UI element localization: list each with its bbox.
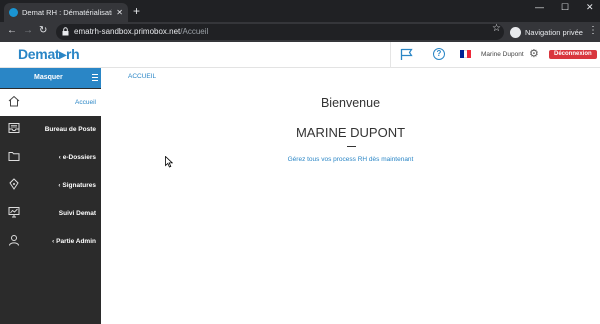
flag-icon[interactable] xyxy=(400,48,413,61)
user-fullname-heading: MARINE DUPONT xyxy=(295,125,406,140)
sidebar-item-bureau-de-poste[interactable]: Bureau de Poste xyxy=(0,116,101,144)
tab-close-icon[interactable]: ✕ xyxy=(116,8,123,17)
user-name[interactable]: Marine Dupont xyxy=(481,51,524,58)
minimize-button[interactable]: — xyxy=(535,2,544,12)
logo[interactable]: Demat▸rh xyxy=(18,46,80,63)
folder-icon xyxy=(8,152,20,161)
reload-button[interactable]: ↻ xyxy=(39,25,47,36)
tagline-text: Gérez tous vos process RH dès maintenant xyxy=(287,156,414,163)
incognito-label: Navigation privée xyxy=(525,27,583,37)
home-icon xyxy=(8,95,20,107)
forward-button[interactable]: → xyxy=(23,25,33,36)
sidebar-item-label: ‹ Signatures xyxy=(58,182,96,189)
sidebar: Masquer Accueil Bureau de Poste ‹ e-Dossi… xyxy=(0,68,101,324)
sidebar-item-text: Partie Admin xyxy=(56,238,96,245)
incognito-indicator[interactable]: Navigation privée xyxy=(510,23,583,41)
browser-menu-icon[interactable]: ⋮ xyxy=(588,25,598,36)
tab-title: Demat RH : Dématérialisation en l... xyxy=(22,8,112,17)
browser-tab[interactable]: Demat RH : Dématérialisation en l... ✕ xyxy=(4,3,128,22)
new-tab-button[interactable]: + xyxy=(133,5,140,17)
sidebar-item-label: Suivi Demat xyxy=(58,210,96,217)
browser-toolbar: ← → ↻ ematrh-sandbox.primobox.net/Accuei… xyxy=(0,22,600,42)
inbox-tray-icon xyxy=(8,123,20,133)
french-flag-icon[interactable] xyxy=(460,50,472,58)
pen-nib-icon xyxy=(9,178,19,190)
bookmark-star-icon[interactable]: ☆ xyxy=(492,23,501,34)
sidebar-item-partie-admin[interactable]: ‹ Partie Admin xyxy=(0,228,101,256)
mouse-cursor-icon xyxy=(165,156,173,168)
sidebar-item-e-dossiers[interactable]: ‹ e-Dossiers xyxy=(0,144,101,172)
sidebar-item-text: e-Dossiers xyxy=(62,154,96,161)
breadcrumb[interactable]: ACCUEIL xyxy=(128,73,156,80)
favicon-icon xyxy=(9,8,18,17)
window-close-button[interactable]: ✕ xyxy=(586,2,594,13)
gear-icon[interactable]: ⚙ xyxy=(529,47,539,60)
url-host: ematrh-sandbox.primobox.net xyxy=(74,27,181,36)
sidebar-item-label: Accueil xyxy=(75,99,96,106)
title-divider xyxy=(347,146,356,147)
sidebar-item-suivi-demat[interactable]: Suivi Demat xyxy=(0,200,101,228)
incognito-icon xyxy=(510,26,521,38)
hamburger-icon[interactable] xyxy=(92,74,98,81)
sidebar-item-label: ‹ Partie Admin xyxy=(52,238,96,245)
sidebar-item-accueil[interactable]: Accueil xyxy=(0,89,101,116)
help-icon[interactable]: ? xyxy=(433,48,445,60)
sidebar-item-signatures[interactable]: ‹ Signatures xyxy=(0,172,101,200)
sidebar-item-text: Signatures xyxy=(62,182,96,189)
url-text: ematrh-sandbox.primobox.net/Accueil xyxy=(74,27,208,36)
chevron-left-icon: ‹ xyxy=(58,183,61,189)
sidebar-toggle-label: Masquer xyxy=(34,74,63,81)
app-header: Demat▸rh ? Marine Dupont ⚙ Déconnexion xyxy=(0,42,600,68)
address-bar[interactable]: ematrh-sandbox.primobox.net/Accueil xyxy=(56,24,504,40)
header-divider xyxy=(390,42,391,68)
back-button[interactable]: ← xyxy=(7,25,17,36)
browser-tabstrip: Demat RH : Dématérialisation en l... ✕ +… xyxy=(0,0,600,22)
user-icon xyxy=(9,235,19,246)
welcome-heading: Bienvenue xyxy=(320,96,381,110)
sidebar-toggle[interactable]: Masquer xyxy=(0,68,101,88)
monitor-chart-icon xyxy=(8,207,20,218)
url-path: /Accueil xyxy=(180,27,209,36)
sidebar-item-label: Bureau de Poste xyxy=(44,126,96,133)
logout-button[interactable]: Déconnexion xyxy=(549,50,597,59)
chevron-left-icon: ‹ xyxy=(52,239,55,245)
sidebar-item-label: ‹ e-Dossiers xyxy=(59,154,96,161)
chevron-left-icon: ‹ xyxy=(58,155,61,161)
maximize-button[interactable]: ☐ xyxy=(561,2,569,13)
lock-icon xyxy=(62,27,69,36)
